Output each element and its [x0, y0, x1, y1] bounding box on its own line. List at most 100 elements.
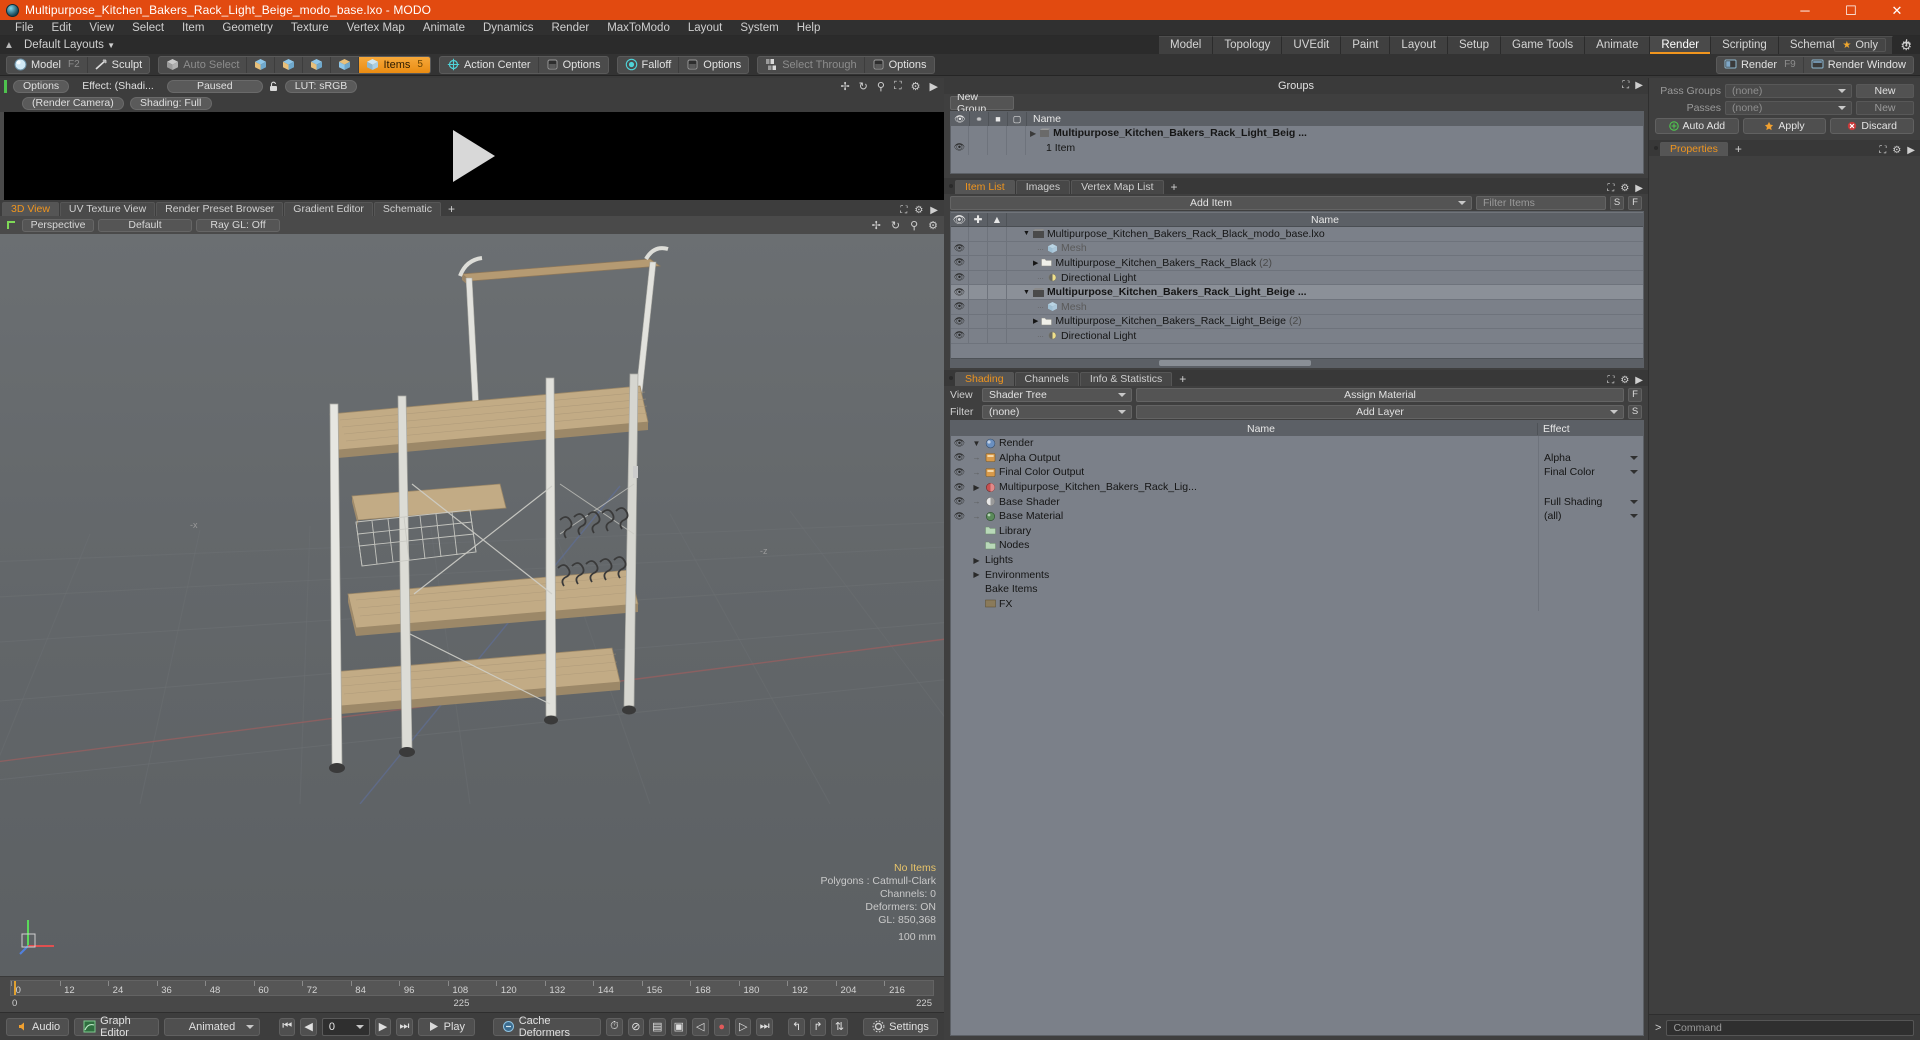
default-layouts-dropdown[interactable]: Default Layouts ▼ — [18, 39, 121, 51]
panel-menu-icon[interactable] — [1651, 140, 1660, 156]
maximize-panel-icon[interactable]: ⛶ — [900, 205, 907, 216]
shading-mode-button[interactable]: Shading: Full — [129, 97, 212, 110]
chevron-right-icon[interactable]: ▶ — [1635, 78, 1643, 94]
table-row[interactable]: 👁 ▶ Multipurpose_Kitchen_Bakers_Rack_Bla… — [951, 256, 1643, 271]
eye-icon[interactable]: 👁 — [951, 285, 969, 299]
new-group-button[interactable]: New Group — [950, 91, 1014, 115]
tab-uvedit[interactable]: UVEdit — [1282, 36, 1342, 54]
vertex-mode-button[interactable] — [247, 56, 276, 73]
edge-mode-button[interactable] — [275, 56, 304, 73]
viewport-projection-button[interactable]: Perspective — [22, 218, 94, 232]
record-key-button[interactable]: ● — [713, 1017, 730, 1036]
add-panel-tab-button[interactable]: + — [1729, 142, 1748, 156]
shader-tree-table[interactable]: Name Effect 👁 ▼ Render 👁 → Alpha Output … — [950, 420, 1644, 1036]
zoom-icon[interactable]: ⚲ — [877, 80, 885, 93]
table-row[interactable]: 👁 → Alpha Output Alpha — [951, 450, 1643, 466]
eye-icon[interactable]: 👁 — [951, 140, 969, 156]
menu-item-view[interactable]: View — [80, 20, 123, 36]
tab-channels[interactable]: Channels — [1014, 372, 1079, 386]
tab-render-preset-browser[interactable]: Render Preset Browser — [156, 202, 284, 216]
groups-list[interactable]: 👁 ⚭ ■ ▢ Name ▶ Multipurpose_Kitchen_Bake… — [950, 111, 1644, 174]
eye-icon[interactable]: 👁 — [951, 467, 968, 478]
add-viewport-tab-button[interactable]: + — [442, 202, 461, 216]
shader-tree-rows[interactable]: 👁 ▼ Render 👁 → Alpha Output Alpha 👁 → Fi… — [951, 436, 1643, 1035]
maximize-panel-icon[interactable]: ⛶ — [1607, 183, 1614, 194]
tab-paint[interactable]: Paint — [1341, 36, 1391, 54]
discard-button[interactable]: Discard — [1830, 118, 1915, 134]
table-row[interactable]: FX — [951, 596, 1643, 612]
eye-icon[interactable]: 👁 — [951, 511, 968, 522]
tab-gradient-editor[interactable]: Gradient Editor — [284, 202, 373, 216]
viewport-style-button[interactable]: Default — [98, 218, 192, 232]
tab-schematic[interactable]: Schematic — [373, 202, 441, 216]
tab-layout[interactable]: Layout — [1390, 36, 1448, 54]
panel-menu-icon[interactable] — [946, 370, 955, 386]
shader-f-button[interactable]: F — [1628, 387, 1642, 402]
gear-icon[interactable]: ⚙ — [1900, 38, 1912, 54]
render-paused-button[interactable]: Paused — [166, 80, 263, 93]
table-row[interactable]: ▼ Multipurpose_Kitchen_Bakers_Rack_Black… — [951, 227, 1643, 242]
lut-button[interactable]: LUT: sRGB — [284, 80, 358, 93]
menu-item-file[interactable]: File — [6, 20, 43, 36]
action-center-options-button[interactable]: Options — [539, 57, 608, 73]
3d-viewport[interactable]: -x -z No Items Polygons: Catmull-Clark … — [0, 234, 944, 976]
tab-images[interactable]: Images — [1015, 180, 1071, 194]
collapse-arrow-icon[interactable]: ▶ — [968, 556, 985, 565]
table-row[interactable]: 👁 ▼ Multipurpose_Kitchen_Bakers_Rack_Lig… — [951, 285, 1643, 300]
tab-animate[interactable]: Animate — [1585, 36, 1651, 54]
range-start-button[interactable]: ▤ — [649, 1017, 666, 1036]
view-dropdown[interactable]: Shader Tree — [982, 387, 1132, 402]
shader-effect[interactable]: Full Shading — [1538, 494, 1643, 509]
menu-item-animate[interactable]: Animate — [414, 20, 474, 36]
menu-item-item[interactable]: Item — [173, 20, 213, 36]
chevron-right-icon[interactable]: ▶ — [1907, 145, 1915, 156]
tab-uv-texture-view[interactable]: UV Texture View — [59, 202, 156, 216]
assign-material-button[interactable]: Assign Material — [1136, 387, 1624, 402]
command-input[interactable]: Command — [1666, 1019, 1914, 1036]
timeline[interactable]: 0 12 24 36 48 60 72 84 96 108 120 132 144 156 168 180 19… — [0, 976, 944, 1012]
key-prev-button[interactable]: ◁ — [692, 1017, 709, 1036]
new-pass-group-button[interactable]: New — [1856, 83, 1914, 98]
pass-groups-dropdown[interactable]: (none) — [1725, 83, 1852, 98]
eye-icon[interactable] — [951, 227, 969, 241]
table-row[interactable]: 👁 … Mesh — [951, 299, 1643, 315]
item-list-scrollbar[interactable] — [951, 358, 1643, 367]
viewport-corner-icon[interactable] — [4, 220, 18, 231]
table-row[interactable]: 👁 → Final Color Output Final Color — [951, 465, 1643, 480]
tab-item-list[interactable]: Item List — [955, 180, 1015, 194]
move-icon[interactable]: ✢ — [872, 219, 881, 232]
table-row[interactable]: 👁 ▼ Render — [951, 436, 1643, 451]
clock-icon-button[interactable]: ⏱ — [606, 1017, 623, 1036]
home-icon[interactable]: ▲ — [0, 40, 18, 51]
rotate-icon[interactable]: ↻ — [891, 219, 900, 232]
curve-out-button[interactable]: ↱ — [809, 1017, 827, 1036]
expand-arrow-icon[interactable]: ▼ — [968, 439, 985, 448]
add-panel-tab-button[interactable]: + — [1173, 372, 1192, 386]
move-icon[interactable]: ✢ — [840, 80, 849, 93]
render-preview-canvas[interactable] — [4, 112, 944, 200]
shader-effect[interactable]: (all) — [1538, 508, 1643, 524]
passes-dropdown[interactable]: (none) — [1725, 100, 1852, 115]
table-row[interactable]: ▶ Multipurpose_Kitchen_Bakers_Rack_Light… — [951, 126, 1643, 141]
menu-item-system[interactable]: System — [731, 20, 787, 36]
collapse-arrow-icon[interactable]: ▶ — [968, 483, 985, 492]
model-mode-button[interactable]: Model F2 — [7, 56, 88, 73]
chevron-right-icon[interactable]: ▶ — [1635, 375, 1643, 386]
step-back-button[interactable]: ◀ — [300, 1017, 317, 1036]
eye-icon[interactable]: 👁 — [951, 452, 968, 463]
chevron-right-icon[interactable]: ▶ — [1635, 183, 1643, 194]
apply-button[interactable]: Apply — [1742, 118, 1827, 134]
material-mode-button[interactable] — [331, 56, 360, 73]
item-list-rows[interactable]: ▼ Multipurpose_Kitchen_Bakers_Rack_Black… — [951, 227, 1643, 358]
tab-properties[interactable]: Properties — [1660, 142, 1728, 156]
tab-setup[interactable]: Setup — [1447, 36, 1502, 54]
eye-icon[interactable] — [951, 126, 969, 141]
play-button[interactable]: Play — [417, 1017, 476, 1036]
collapse-arrow-icon[interactable]: ▶ — [968, 570, 985, 579]
filter-dropdown[interactable]: (none) — [982, 404, 1132, 419]
table-row[interactable]: 👁 ▶ Multipurpose_Kitchen_Bakers_Rack_Lig… — [951, 479, 1643, 495]
settings-button[interactable]: Settings — [863, 1017, 938, 1036]
close-button[interactable]: ✕ — [1874, 0, 1920, 20]
table-row[interactable]: 👁 → Base Shader Full Shading — [951, 494, 1643, 509]
eye-icon[interactable]: 👁 — [951, 241, 969, 256]
